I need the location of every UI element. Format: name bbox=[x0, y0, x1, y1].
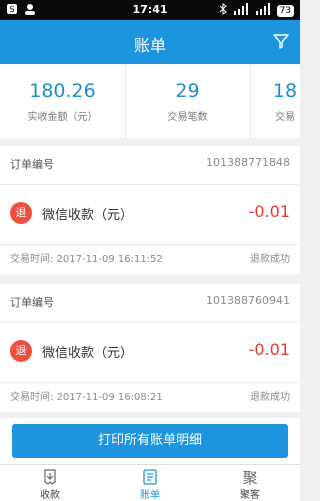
payment-type: 微信收款（元） bbox=[42, 208, 134, 223]
svg-text:聚: 聚 bbox=[242, 469, 257, 486]
status-bar: S 17:41 73 bbox=[0, 0, 300, 20]
stat-label: 交易 bbox=[275, 112, 295, 123]
gather-customer-icon: 聚 bbox=[241, 468, 259, 487]
stat-partial: 18 交易 bbox=[250, 64, 320, 138]
stat-value: 29 bbox=[175, 80, 200, 102]
tab-gather[interactable]: 聚 聚客 bbox=[200, 465, 300, 501]
filter-icon[interactable] bbox=[272, 32, 290, 50]
refund-icon: 退 bbox=[10, 202, 32, 224]
print-all-bills-button[interactable]: 打印所有账单明细 bbox=[12, 424, 288, 458]
divider bbox=[0, 382, 300, 383]
order-time: 2017-11-09 16:08:21 bbox=[56, 392, 163, 403]
stat-transaction-count: 29 交易笔数 bbox=[125, 64, 251, 138]
order-amount-row: 退 微信收款（元） -0.01 bbox=[10, 340, 290, 368]
print-button-area: 打印所有账单明细 bbox=[0, 418, 300, 464]
time-label: 交易时间: bbox=[10, 254, 54, 265]
bluetooth-icon bbox=[219, 3, 227, 18]
order-status: 退款成功 bbox=[250, 392, 290, 403]
tab-label: 聚客 bbox=[240, 490, 260, 501]
order-amount: -0.01 bbox=[248, 202, 290, 221]
stat-actual-amount: 180.26 实收金额（元） bbox=[0, 64, 126, 138]
divider bbox=[0, 322, 300, 323]
stat-value: 180.26 bbox=[29, 80, 96, 102]
order-amount: -0.01 bbox=[248, 340, 290, 359]
order-amount-row: 退 微信收款（元） -0.01 bbox=[10, 202, 290, 230]
order-id: 101388760941 bbox=[206, 294, 290, 307]
payment-type: 微信收款（元） bbox=[42, 346, 134, 361]
signal-icon bbox=[233, 3, 249, 18]
status-right: 73 bbox=[219, 3, 294, 18]
order-card[interactable]: 订单编号 101388760941 退 微信收款（元） -0.01 交易时间: … bbox=[0, 284, 300, 412]
refund-icon: 退 bbox=[10, 340, 32, 362]
header-bar: 账单 bbox=[0, 20, 300, 64]
bottom-tab-bar: 收款 账单 聚 聚客 bbox=[0, 464, 300, 501]
battery-badge: 73 bbox=[276, 4, 294, 17]
order-id: 101388771848 bbox=[206, 156, 290, 169]
stat-label: 交易笔数 bbox=[167, 112, 208, 123]
tab-label: 账单 bbox=[140, 490, 160, 501]
download-receipt-icon bbox=[41, 468, 59, 486]
divider bbox=[0, 184, 300, 185]
order-id-row: 订单编号 101388760941 bbox=[10, 294, 290, 314]
stat-label: 实收金额（元） bbox=[27, 112, 98, 123]
tab-bill[interactable]: 账单 bbox=[100, 465, 200, 501]
order-id-row: 订单编号 101388771848 bbox=[10, 156, 290, 176]
order-id-label: 订单编号 bbox=[10, 296, 54, 309]
order-time-row: 交易时间: 2017-11-09 16:11:52 退款成功 bbox=[10, 250, 290, 270]
order-card[interactable]: 订单编号 101388771848 退 微信收款（元） -0.01 交易时间: … bbox=[0, 146, 300, 274]
time-label: 交易时间: bbox=[10, 392, 54, 403]
divider bbox=[0, 244, 300, 245]
stats-panel: 180.26 实收金额（元） 29 交易笔数 18 交易 bbox=[0, 64, 300, 138]
tab-collect[interactable]: 收款 bbox=[0, 465, 100, 501]
tab-label: 收款 bbox=[40, 490, 60, 501]
page-title: 账单 bbox=[133, 36, 166, 55]
stat-value: 18 bbox=[272, 80, 298, 102]
order-status: 退款成功 bbox=[250, 254, 290, 265]
bill-icon bbox=[141, 468, 159, 486]
order-time: 2017-11-09 16:11:52 bbox=[56, 254, 163, 265]
order-id-label: 订单编号 bbox=[10, 158, 54, 171]
signal-icon-2 bbox=[255, 3, 271, 18]
order-time-row: 交易时间: 2017-11-09 16:08:21 退款成功 bbox=[10, 388, 290, 408]
